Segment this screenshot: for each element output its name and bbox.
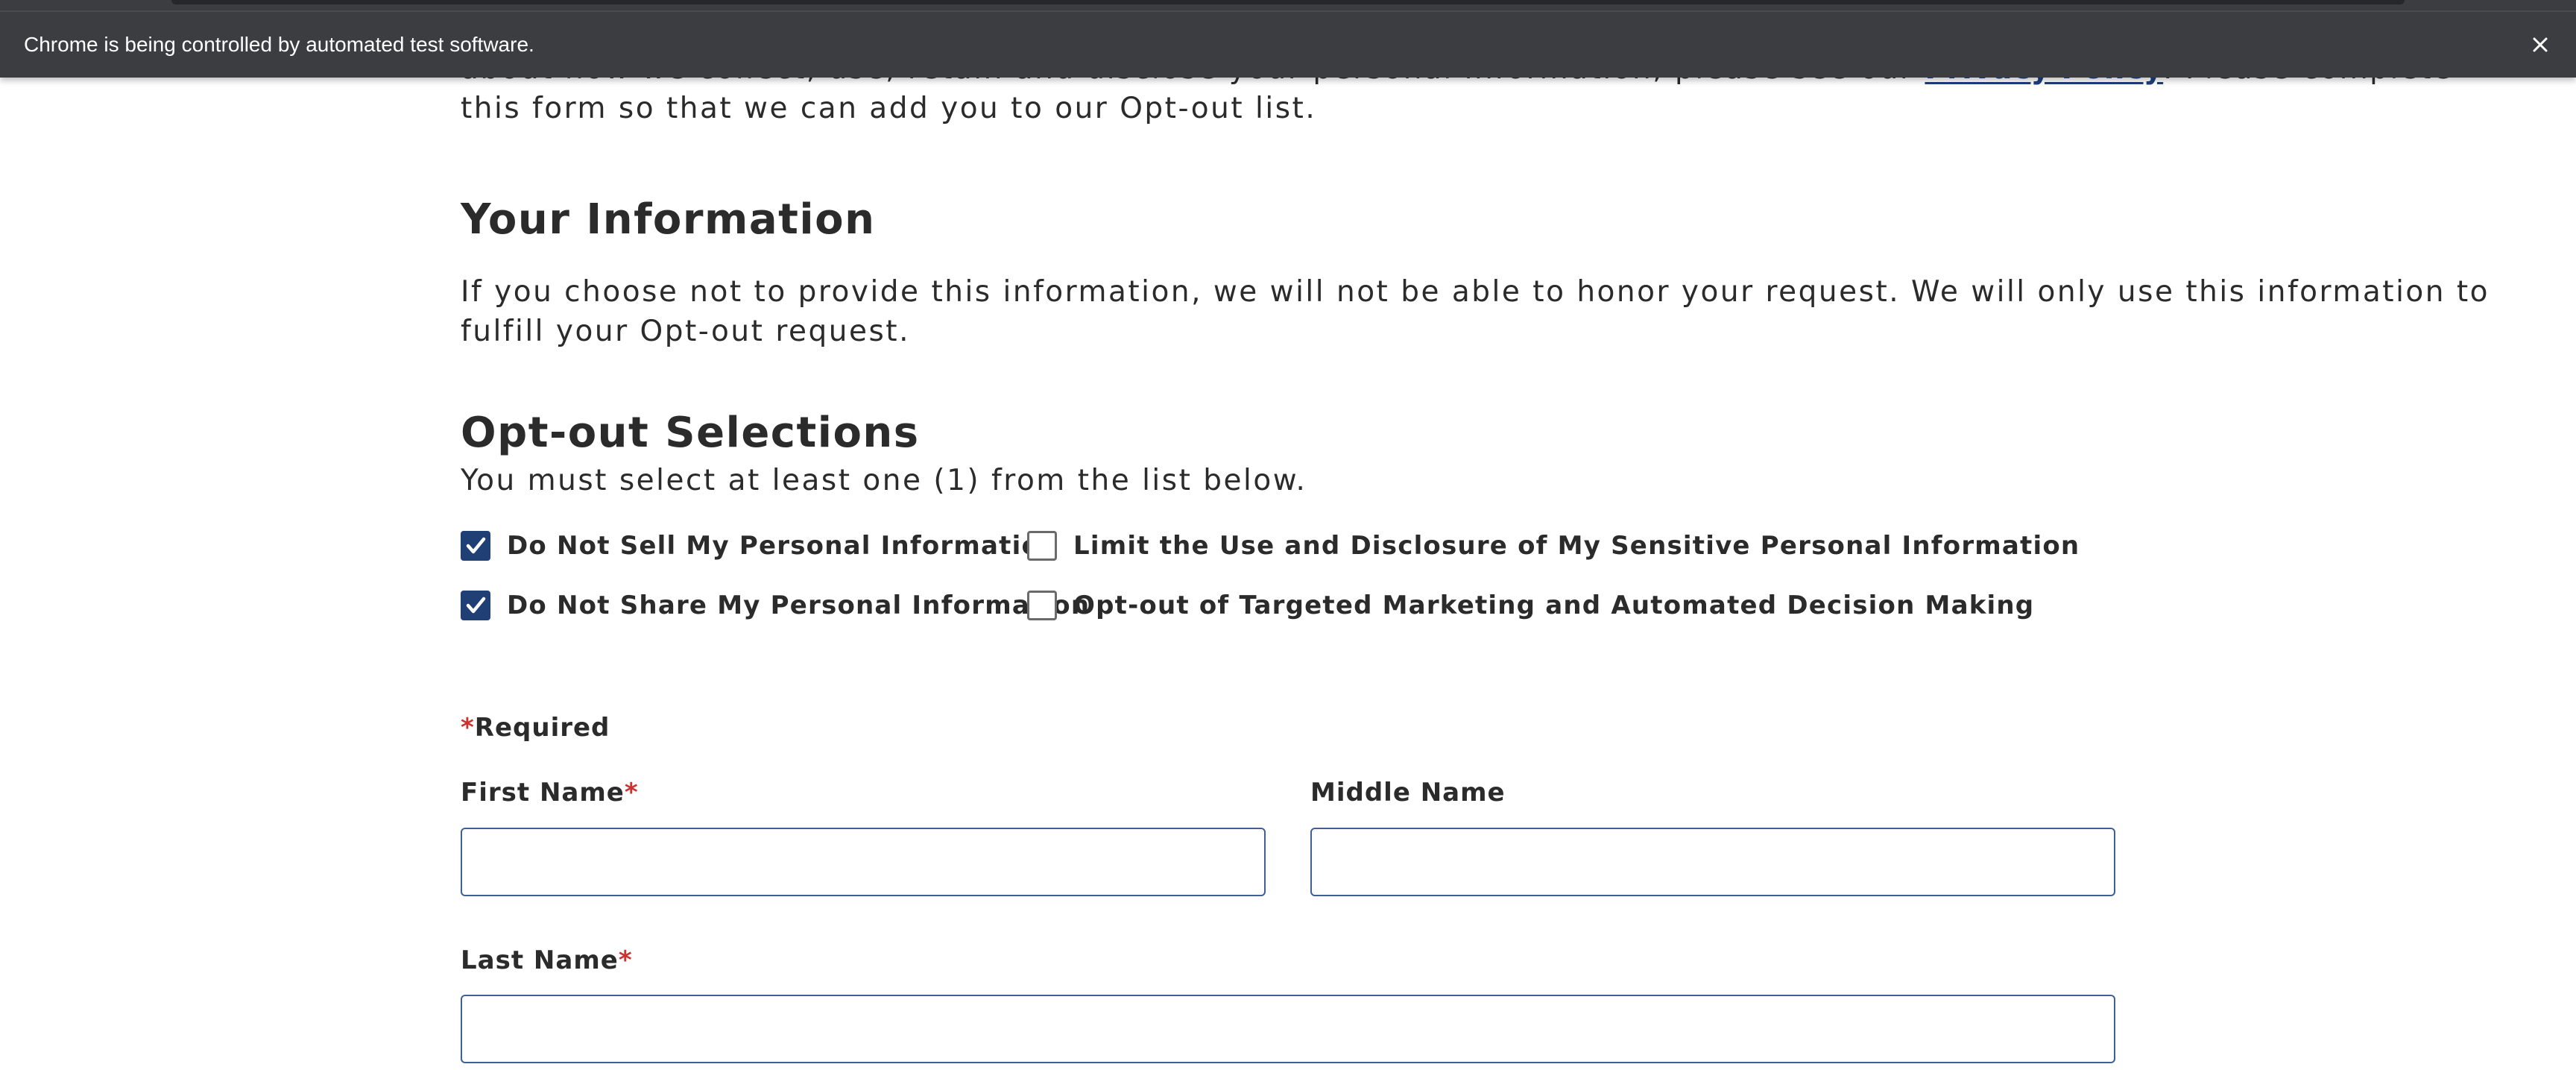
last-name-input[interactable] (461, 995, 2115, 1063)
browser-frame-strip (171, 0, 2405, 4)
do-not-sell-label[interactable]: Do Not Sell My Personal Information (507, 531, 1058, 561)
do-not-share-checkbox[interactable] (461, 591, 490, 620)
middle-name-input[interactable] (1310, 828, 2115, 896)
required-asterisk: * (461, 713, 475, 743)
do-not-sell-option[interactable]: Do Not Sell My Personal Information (461, 531, 1058, 561)
your-information-line1: If you choose not to provide this inform… (461, 275, 2490, 309)
infobar-close-button[interactable] (2521, 25, 2560, 64)
first-name-label-text: First Name (461, 778, 625, 808)
first-name-label: First Name* (461, 778, 639, 808)
required-note: *Required (461, 713, 610, 743)
intro-text-line2: this form so that we can add you to our … (461, 92, 1317, 125)
infobar-divider (0, 10, 2576, 12)
first-name-required-asterisk: * (624, 778, 639, 808)
checkmark-icon (466, 537, 486, 554)
your-information-text: If you choose not to provide this inform… (461, 272, 2488, 351)
last-name-required-asterisk: * (618, 945, 633, 975)
middle-name-label: Middle Name (1310, 778, 1506, 808)
infobar-message: Chrome is being controlled by automated … (24, 33, 534, 56)
your-information-heading: Your Information (461, 195, 876, 244)
targeted-marketing-option[interactable]: Opt-out of Targeted Marketing and Automa… (1027, 591, 2034, 620)
opt-out-selections-heading: Opt-out Selections (461, 409, 920, 457)
targeted-marketing-label[interactable]: Opt-out of Targeted Marketing and Automa… (1073, 591, 2034, 620)
automation-infobar: Chrome is being controlled by automated … (0, 0, 2576, 78)
limit-sensitive-info-label[interactable]: Limit the Use and Disclosure of My Sensi… (1073, 531, 2080, 561)
do-not-share-option[interactable]: Do Not Share My Personal Information (461, 591, 1090, 620)
targeted-marketing-checkbox[interactable] (1027, 591, 1057, 620)
close-icon[interactable] (2532, 37, 2548, 53)
last-name-label: Last Name* (461, 945, 633, 975)
limit-sensitive-info-checkbox[interactable] (1027, 531, 1057, 561)
your-information-line2: fulfill your Opt-out request. (461, 315, 910, 348)
required-text: Required (474, 713, 610, 743)
opt-out-instructions: You must select at least one (1) from th… (461, 464, 1307, 497)
checkmark-icon (466, 597, 486, 614)
do-not-sell-checkbox[interactable] (461, 531, 490, 561)
first-name-input[interactable] (461, 828, 1266, 896)
limit-sensitive-info-option[interactable]: Limit the Use and Disclosure of My Sensi… (1027, 531, 2080, 561)
do-not-share-label[interactable]: Do Not Share My Personal Information (507, 591, 1090, 620)
last-name-label-text: Last Name (461, 945, 619, 975)
